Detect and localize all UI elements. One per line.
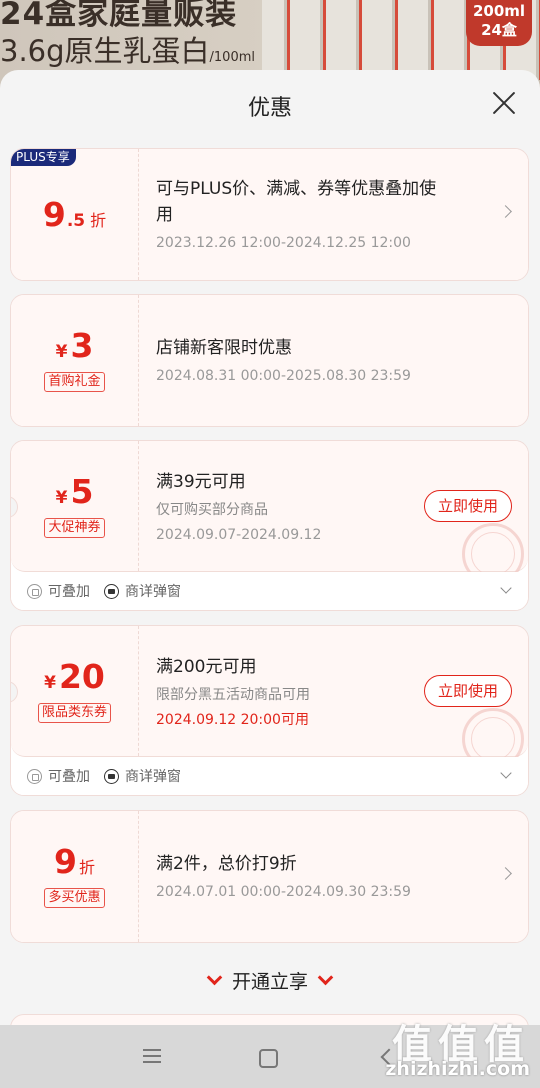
chevron-down-icon[interactable] bbox=[500, 582, 512, 594]
coupon-date: 2024.07.01 00:00-2024.09.30 23:59 bbox=[156, 884, 411, 900]
divider bbox=[138, 295, 139, 426]
stackable-item: 可叠加 bbox=[27, 581, 90, 601]
coupon-info: 可与PLUS价、满减、券等优惠叠加使用 2023.12.26 12:00-202… bbox=[156, 149, 446, 280]
popup-item: 商详弹窗 bbox=[104, 581, 181, 601]
stack-icon bbox=[27, 583, 42, 599]
coupon-card-multibuy[interactable]: 9 折 多买优惠 满2件，总价打9折 2024.07.01 00:00-2024… bbox=[10, 810, 529, 943]
use-now-button[interactable]: 立即使用 bbox=[424, 490, 512, 522]
coupon-card-promo: ¥ 5 大促神券 满39元可用 仅可购买部分商品 2024.09.07-2024… bbox=[10, 440, 529, 611]
stack-icon bbox=[27, 768, 42, 784]
divider bbox=[138, 149, 139, 280]
coupon-info: 满39元可用 仅可购买部分商品 2024.09.07-2024.09.12 bbox=[156, 441, 446, 572]
stackable-label: 可叠加 bbox=[48, 769, 90, 785]
divider bbox=[138, 626, 139, 756]
chevron-down-icon[interactable] bbox=[500, 767, 512, 779]
amount-suffix: 折 bbox=[90, 211, 107, 230]
coupon-left: ¥ 5 大促神券 bbox=[11, 441, 138, 572]
coupon-date: 2024.09.07-2024.09.12 bbox=[156, 526, 322, 543]
coupon-title: 满2件，总价打9折 bbox=[156, 854, 297, 874]
banner-badge: 200ml 24盒 bbox=[466, 0, 532, 46]
coupon-amount: ¥ 5 bbox=[56, 475, 94, 508]
coupon-tag: 限品类东券 bbox=[37, 703, 111, 723]
watermark-url: zhizhizhi.com bbox=[385, 1058, 530, 1080]
popup-item: 商详弹窗 bbox=[104, 766, 181, 786]
coupon-title: 满39元可用 bbox=[156, 471, 246, 492]
chevron-right-icon[interactable] bbox=[499, 867, 512, 880]
amount-value: 3 bbox=[70, 326, 94, 365]
popup-icon bbox=[104, 768, 119, 784]
coupon-card-new-customer[interactable]: ¥ 3 首购礼金 店铺新客限时优惠 2024.08.31 00:00-2025.… bbox=[10, 294, 529, 427]
coupon-card-plus[interactable]: PLUS专享 9 .5 折 可与PLUS价、满减、券等优惠叠加使用 2023.1… bbox=[10, 148, 529, 281]
amount-value: 9 bbox=[54, 842, 77, 881]
coupon-sub: 仅可购买部分商品 bbox=[156, 501, 268, 518]
coupon-tag: 多买优惠 bbox=[44, 888, 105, 908]
coupon-info: 店铺新客限时优惠 2024.08.31 00:00-2025.08.30 23:… bbox=[156, 295, 446, 426]
badge-line2: 24盒 bbox=[481, 21, 517, 39]
amount-decimal: .5 bbox=[66, 211, 86, 231]
home-icon[interactable] bbox=[259, 1049, 278, 1068]
coupon-amount: ¥ 3 bbox=[56, 329, 94, 362]
open-label: 开通立享 bbox=[231, 971, 308, 993]
coupon-title: 店铺新客限时优惠 bbox=[156, 338, 292, 358]
banner-line2: 3.6g原生乳蛋白/100ml bbox=[0, 28, 255, 70]
amount-value: 9 bbox=[42, 195, 66, 234]
coupon-left: 9 折 多买优惠 bbox=[11, 811, 138, 942]
coupon-date: 2023.12.26 12:00-2024.12.25 12:00 bbox=[156, 235, 411, 251]
divider bbox=[138, 811, 139, 942]
amount-value: 5 bbox=[70, 472, 94, 511]
coupon-tag: 首购礼金 bbox=[44, 372, 105, 392]
coupon-date: 2024.09.12 20:00可用 bbox=[156, 711, 309, 728]
promo-sheet: 优惠 PLUS专享 9 .5 折 可与PLUS价、满减、券等优惠叠加使用 202… bbox=[0, 70, 540, 1088]
badge-line1: 200ml bbox=[472, 2, 526, 20]
coupon-title: 可与PLUS价、满减、券等优惠叠加使用 bbox=[156, 179, 437, 225]
coupon-info: 满200元可用 限部分黑五活动商品可用 2024.09.12 20:00可用 bbox=[156, 626, 446, 757]
coupon-amount: 9 折 bbox=[54, 845, 95, 878]
currency: ¥ bbox=[44, 673, 56, 693]
chevron-down-icon bbox=[206, 969, 223, 986]
currency: ¥ bbox=[55, 488, 68, 508]
stackable-item: 可叠加 bbox=[27, 766, 90, 786]
coupon-left: 9 .5 折 bbox=[11, 149, 138, 280]
coupon-footer[interactable]: 可叠加 商详弹窗 bbox=[11, 757, 528, 795]
coupon-main: ¥ 5 大促神券 满39元可用 仅可购买部分商品 2024.09.07-2024… bbox=[11, 441, 528, 585]
divider bbox=[138, 441, 139, 571]
coupon-card-category: ¥ 20 限品类东券 满200元可用 限部分黑五活动商品可用 2024.09.1… bbox=[10, 625, 529, 796]
sheet-header: 优惠 bbox=[0, 70, 540, 138]
sheet-title: 优惠 bbox=[247, 96, 292, 121]
open-membership-row[interactable]: 开通立享 bbox=[0, 967, 540, 994]
chevron-down-icon bbox=[317, 969, 334, 986]
coupon-left: ¥ 20 限品类东券 bbox=[11, 626, 138, 757]
coupon-main: ¥ 3 首购礼金 店铺新客限时优惠 2024.08.31 00:00-2025.… bbox=[11, 295, 528, 426]
coupon-main: PLUS专享 9 .5 折 可与PLUS价、满减、券等优惠叠加使用 2023.1… bbox=[11, 149, 528, 280]
close-icon[interactable] bbox=[486, 86, 522, 122]
popup-icon bbox=[104, 583, 119, 599]
coupon-title: 满200元可用 bbox=[156, 656, 257, 677]
coupon-amount: ¥ 20 bbox=[44, 660, 105, 693]
menu-icon[interactable] bbox=[143, 1049, 161, 1063]
coupon-main: ¥ 20 限品类东券 满200元可用 限部分黑五活动商品可用 2024.09.1… bbox=[11, 626, 528, 770]
stackable-label: 可叠加 bbox=[48, 584, 90, 600]
chevron-right-icon[interactable] bbox=[499, 205, 512, 218]
popup-label: 商详弹窗 bbox=[125, 769, 181, 785]
use-now-button[interactable]: 立即使用 bbox=[424, 675, 512, 707]
coupon-info: 满2件，总价打9折 2024.07.01 00:00-2024.09.30 23… bbox=[156, 811, 446, 942]
coupon-amount: 9 .5 折 bbox=[43, 198, 106, 231]
coupon-footer[interactable]: 可叠加 商详弹窗 bbox=[11, 572, 528, 610]
banner-line2-text: 3.6g原生乳蛋白 bbox=[0, 34, 210, 68]
amount-suffix: 折 bbox=[78, 858, 95, 877]
coupon-tag: 大促神券 bbox=[44, 518, 105, 538]
coupon-date: 2024.08.31 00:00-2025.08.30 23:59 bbox=[156, 368, 411, 384]
coupon-left: ¥ 3 首购礼金 bbox=[11, 295, 138, 426]
coupon-main: 9 折 多买优惠 满2件，总价打9折 2024.07.01 00:00-2024… bbox=[11, 811, 528, 942]
banner-line2-unit: /100ml bbox=[209, 50, 255, 65]
coupon-sub: 限部分黑五活动商品可用 bbox=[156, 686, 310, 703]
currency: ¥ bbox=[55, 342, 68, 362]
amount-value: 20 bbox=[58, 657, 105, 696]
popup-label: 商详弹窗 bbox=[125, 584, 181, 600]
